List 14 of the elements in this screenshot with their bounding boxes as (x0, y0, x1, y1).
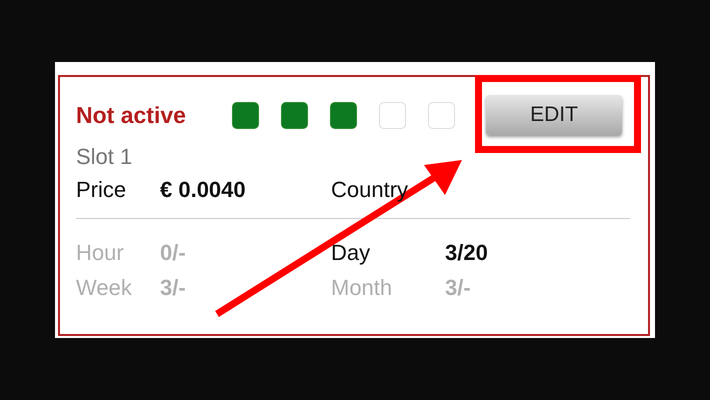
stat-value: 0/- (160, 239, 187, 267)
stat-label: Month (331, 274, 394, 302)
status-label: Not active (76, 102, 187, 128)
stat-value: 3/20 (445, 239, 489, 267)
price-value: € 0.0040 (160, 176, 247, 204)
stat-label: Week (76, 274, 133, 302)
stat-label: Day (331, 239, 372, 267)
edit-button[interactable]: EDIT (486, 95, 622, 135)
stat-value: 3/- (160, 274, 187, 302)
stat-value: 3/- (445, 274, 472, 302)
slot-name: Slot 1 (76, 144, 134, 171)
country-label: Country (331, 176, 410, 204)
price-label: Price (76, 176, 128, 204)
stat-label: Hour (76, 239, 125, 267)
